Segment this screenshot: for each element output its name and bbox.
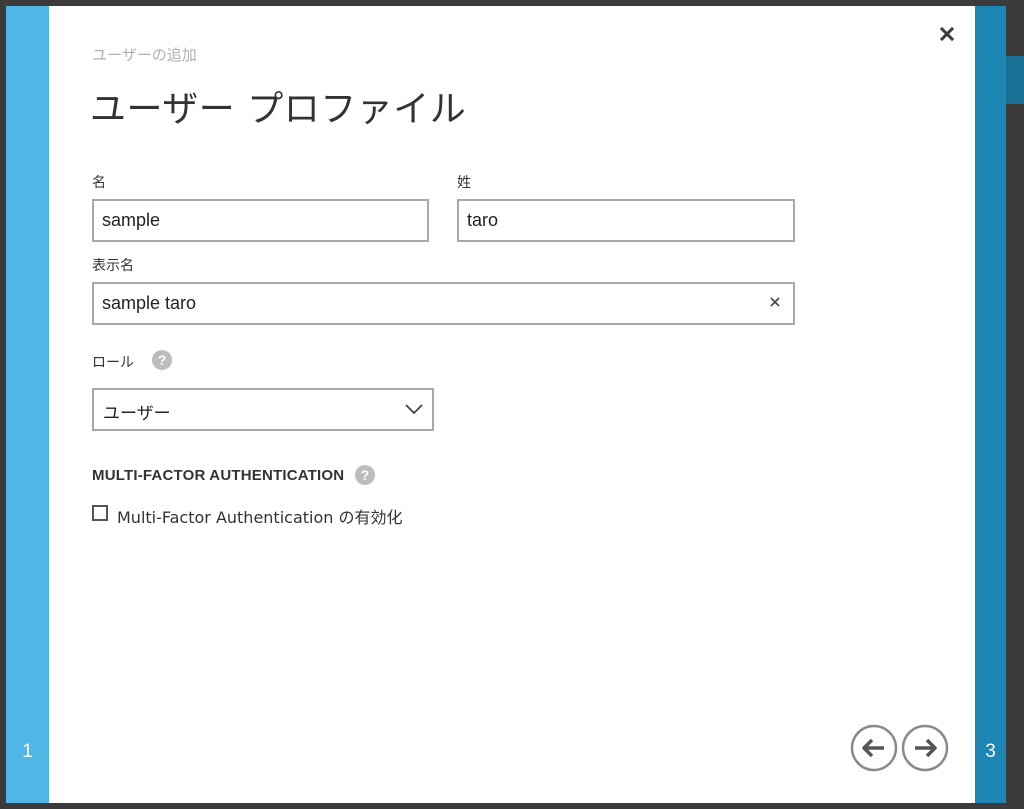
back-button[interactable] (850, 724, 898, 772)
last-name-label: 姓 (457, 175, 471, 191)
first-name-input[interactable] (92, 199, 429, 242)
page-title: ユーザー プロファイル (90, 89, 467, 130)
wizard-subtitle: ユーザーの追加 (92, 46, 197, 64)
next-step-rail[interactable]: 3 (975, 6, 1006, 803)
step-number-left: 1 (22, 741, 33, 762)
role-selected-value: ユーザー (103, 404, 171, 424)
display-name-input[interactable] (92, 282, 795, 325)
backdrop-panel-edge (1006, 56, 1024, 104)
add-user-dialog: 1 3 ユーザーの追加 ユーザー プロファイル 名 姓 表示名 ロール ? ユー… (6, 6, 1006, 803)
arrow-right-icon (901, 724, 949, 772)
close-button[interactable] (935, 22, 959, 46)
next-button[interactable] (901, 724, 949, 772)
chevron-down-icon (405, 404, 423, 415)
first-name-label: 名 (92, 175, 106, 191)
role-select[interactable]: ユーザー (92, 388, 434, 431)
close-icon (939, 26, 955, 42)
mfa-section-heading: MULTI-FACTOR AUTHENTICATION (92, 467, 345, 484)
step-number-right: 3 (985, 741, 996, 762)
mfa-enable-checkbox[interactable] (92, 505, 108, 521)
clear-input-icon (770, 297, 780, 307)
last-name-input[interactable] (457, 199, 795, 242)
mfa-help-icon[interactable]: ? (355, 465, 375, 485)
previous-step-rail[interactable]: 1 (6, 6, 49, 803)
display-name-label: 表示名 (92, 258, 134, 274)
arrow-left-icon (850, 724, 898, 772)
clear-display-name-button[interactable] (766, 293, 784, 311)
role-label: ロール (92, 355, 134, 371)
mfa-enable-label: Multi-Factor Authentication の有効化 (117, 508, 403, 527)
role-help-icon[interactable]: ? (152, 350, 172, 370)
